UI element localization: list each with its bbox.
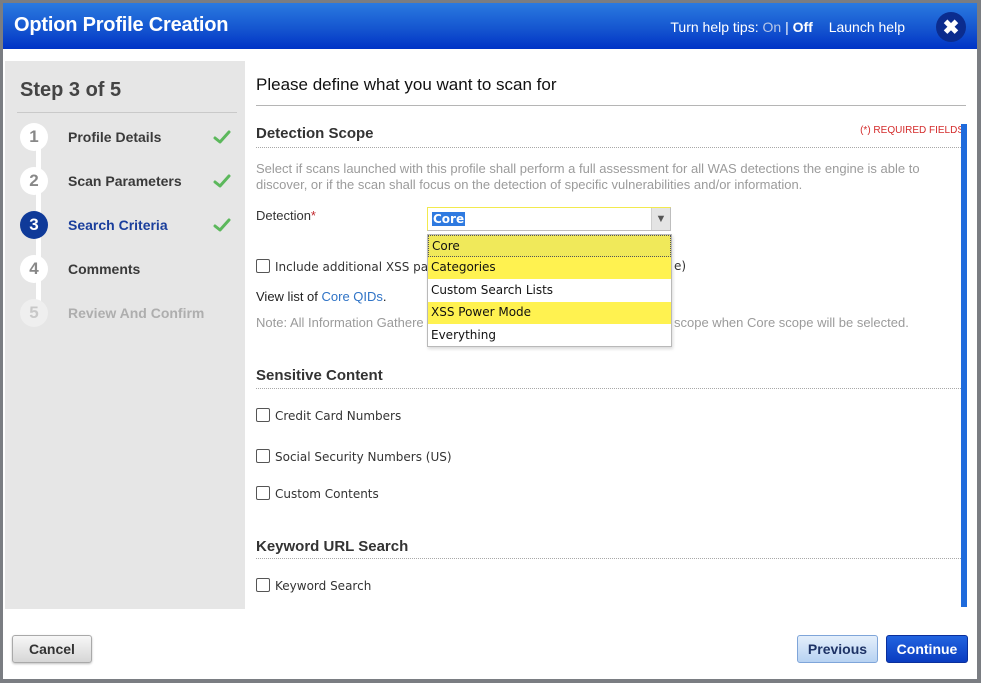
xss-payloads-checkbox-row[interactable]: Include additional XSS pay <box>256 259 435 274</box>
detection-selected-value: Core <box>432 212 466 226</box>
dialog-title: Option Profile Creation <box>14 14 229 36</box>
option-profile-dialog: Option Profile Creation Turn help tips: … <box>3 3 977 679</box>
custom-contents-checkbox[interactable] <box>256 486 270 500</box>
step-number: 5 <box>20 299 48 327</box>
section-divider <box>256 558 961 559</box>
detection-scope-title: Detection Scope <box>256 125 374 142</box>
content-scrollbar[interactable] <box>961 124 967 607</box>
step-label: Comments <box>68 261 141 277</box>
step-label: Review And Confirm <box>68 305 205 321</box>
checkmark-icon <box>213 174 231 188</box>
help-tips-label: Turn help tips: <box>670 19 759 35</box>
step-profile-details[interactable]: 1 Profile Details <box>20 123 240 153</box>
launch-help-link[interactable]: Launch help <box>829 19 905 35</box>
required-marker: * <box>310 208 316 223</box>
close-button[interactable]: ✖ <box>936 12 966 42</box>
checkmark-icon <box>213 218 231 232</box>
help-tips-on-link[interactable]: On <box>762 19 781 35</box>
step-label: Scan Parameters <box>68 173 182 189</box>
information-gathered-note: Note: All Information Gathere <box>256 315 424 330</box>
previous-button[interactable]: Previous <box>797 635 878 663</box>
step-scan-parameters[interactable]: 2 Scan Parameters <box>20 167 240 197</box>
heading-divider <box>256 105 966 106</box>
step-number: 4 <box>20 255 48 283</box>
xss-payloads-checkbox[interactable] <box>256 259 270 273</box>
step-search-criteria[interactable]: 3 Search Criteria <box>20 211 240 241</box>
required-fields-note: (*) REQUIRED FIELDS <box>860 125 964 136</box>
sensitive-content-title: Sensitive Content <box>256 367 383 384</box>
step-number: 3 <box>20 211 48 239</box>
section-divider <box>256 388 961 389</box>
close-icon: ✖ <box>942 16 960 39</box>
chevron-down-icon[interactable]: ▼ <box>651 208 670 230</box>
xss-payloads-label: Include additional XSS pay <box>275 260 436 274</box>
step-comments[interactable]: 4 Comments <box>20 255 240 285</box>
credit-card-checkbox-row[interactable]: Credit Card Numbers <box>256 408 401 423</box>
option-xss-power-mode[interactable]: XSS Power Mode <box>428 302 671 324</box>
detection-dropdown-list: Core Categories Custom Search Lists XSS … <box>427 234 672 347</box>
continue-button[interactable]: Continue <box>886 635 968 663</box>
detection-select[interactable]: Core ▼ <box>427 207 671 231</box>
step-number: 2 <box>20 167 48 195</box>
option-core[interactable]: Core <box>428 235 671 257</box>
page-heading: Please define what you want to scan for <box>256 75 557 94</box>
detection-label: Detection* <box>256 208 316 223</box>
keyword-search-checkbox-row[interactable]: Keyword Search <box>256 578 371 593</box>
core-qids-line: View list of Core QIDs. <box>256 289 387 304</box>
core-qids-link[interactable]: Core QIDs <box>322 289 383 304</box>
detection-scope-description: Select if scans launched with this profi… <box>256 161 920 192</box>
information-gathered-note-tail: scope when Core scope will be selected. <box>674 315 909 330</box>
option-categories[interactable]: Categories <box>428 257 671 279</box>
ssn-checkbox[interactable] <box>256 449 270 463</box>
step-progress-title: Step 3 of 5 <box>20 79 122 101</box>
step-number: 1 <box>20 123 48 151</box>
sidebar-divider <box>17 112 237 113</box>
help-controls: Turn help tips: On | Off Launch help <box>670 19 905 35</box>
checkmark-icon <box>213 130 231 144</box>
wizard-steps-sidebar: Step 3 of 5 1 Profile Details 2 Scan Par… <box>5 61 245 609</box>
keyword-url-search-title: Keyword URL Search <box>256 538 409 555</box>
step-label: Search Criteria <box>68 217 168 233</box>
search-criteria-form: Please define what you want to scan for … <box>256 61 968 609</box>
option-custom-search-lists[interactable]: Custom Search Lists <box>428 280 671 302</box>
step-review-and-confirm: 5 Review And Confirm <box>20 299 240 329</box>
section-divider <box>256 147 961 148</box>
custom-contents-checkbox-row[interactable]: Custom Contents <box>256 486 379 501</box>
ssn-checkbox-row[interactable]: Social Security Numbers (US) <box>256 449 452 464</box>
help-tips-separator: | <box>785 19 789 35</box>
option-everything[interactable]: Everything <box>428 325 671 347</box>
help-tips-off-link[interactable]: Off <box>793 19 813 35</box>
dialog-header: Option Profile Creation Turn help tips: … <box>3 3 977 49</box>
keyword-search-checkbox[interactable] <box>256 578 270 592</box>
step-label: Profile Details <box>68 129 162 145</box>
credit-card-checkbox[interactable] <box>256 408 270 422</box>
xss-payloads-label-tail: e) <box>674 259 687 273</box>
cancel-button[interactable]: Cancel <box>12 635 92 663</box>
